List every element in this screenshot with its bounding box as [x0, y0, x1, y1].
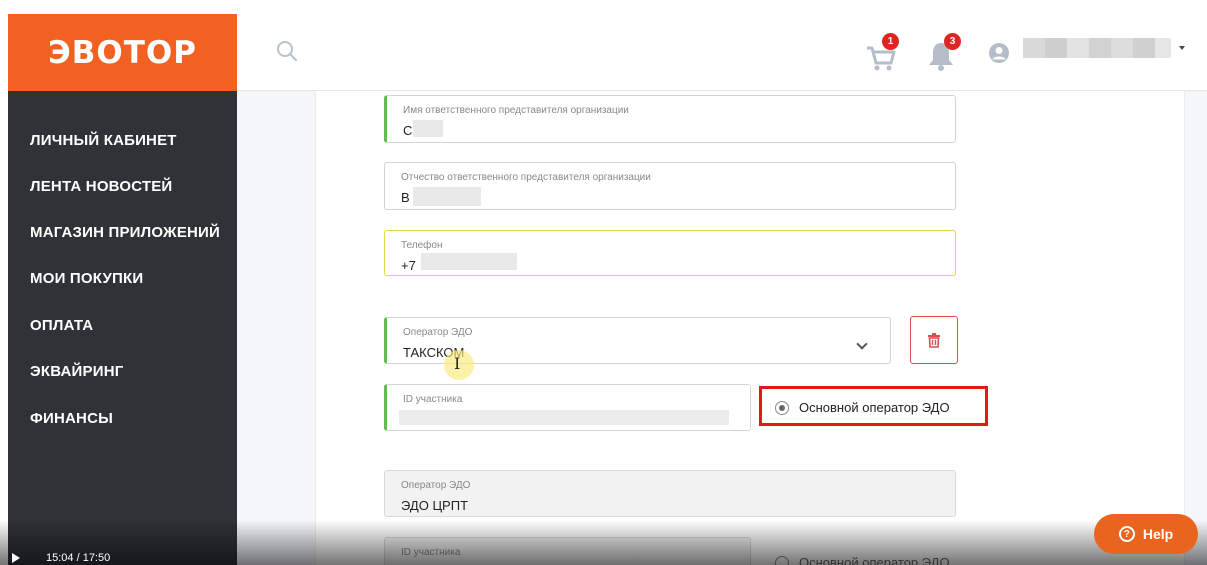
- edo-operator-value-2: ЭДО ЦРПТ: [401, 498, 469, 513]
- sidebar-item-app-store[interactable]: МАГАЗИН ПРИЛОЖЕНИЙ: [30, 224, 220, 241]
- first-name-field[interactable]: Имя ответственного представителя организ…: [384, 95, 956, 143]
- user-menu-caret-icon[interactable]: [1179, 46, 1185, 50]
- blurred-value: [399, 410, 729, 425]
- first-name-value: С: [403, 123, 413, 138]
- edo-operator-label-1: Оператор ЭДО: [403, 327, 473, 338]
- participant-id-label-2: ID участника: [401, 547, 461, 558]
- sidebar: ЛИЧНЫЙ КАБИНЕТ ЛЕНТА НОВОСТЕЙ МАГАЗИН ПР…: [8, 91, 237, 565]
- delete-operator-button[interactable]: [910, 316, 958, 364]
- logo[interactable]: ЭВОТОР: [8, 14, 237, 91]
- main-content: Имя ответственного представителя организ…: [237, 91, 1207, 565]
- edo-operator-field-2[interactable]: Оператор ЭДО ЭДО ЦРПТ: [384, 470, 956, 517]
- edo-operator-label-2: Оператор ЭДО: [401, 480, 471, 491]
- participant-id-label-1: ID участника: [403, 394, 463, 405]
- user-name-blurred[interactable]: [1023, 38, 1171, 58]
- notifications-badge: 3: [944, 33, 961, 50]
- primary-operator-radio-1[interactable]: Основной оператор ЭДО: [775, 400, 950, 415]
- chevron-down-icon[interactable]: [856, 338, 868, 350]
- sidebar-item-news-feed[interactable]: ЛЕНТА НОВОСТЕЙ: [30, 178, 172, 195]
- participant-id-field-2[interactable]: ID участника: [384, 537, 751, 565]
- patronymic-field[interactable]: Отчество ответственного представителя ор…: [384, 162, 956, 210]
- cart-button[interactable]: 1: [864, 33, 904, 73]
- form-card: Имя ответственного представителя организ…: [315, 91, 1185, 565]
- patronymic-label: Отчество ответственного представителя ор…: [401, 172, 651, 183]
- radio-button[interactable]: [775, 555, 789, 565]
- text-cursor-icon: I: [454, 354, 461, 373]
- participant-id-field-1[interactable]: ID участника: [384, 384, 751, 431]
- help-label: Help: [1142, 526, 1174, 542]
- radio-button[interactable]: [775, 400, 789, 415]
- trash-icon: [928, 333, 940, 348]
- user-avatar-icon[interactable]: [988, 42, 1010, 64]
- sidebar-item-my-purchases[interactable]: МОИ ПОКУПКИ: [30, 270, 143, 287]
- top-frame: [0, 0, 1207, 14]
- help-icon: ?: [1118, 526, 1135, 542]
- video-time: 15:04 / 17:50: [46, 552, 111, 564]
- blurred-value: [413, 187, 481, 206]
- search-icon[interactable]: [275, 39, 299, 63]
- primary-operator-label-1: Основной оператор ЭДО: [799, 400, 950, 415]
- phone-field[interactable]: Телефон +7: [384, 230, 956, 276]
- play-icon[interactable]: [12, 553, 20, 563]
- top-header: ЭВОТОР 1 3: [8, 14, 1207, 91]
- sidebar-item-acquiring[interactable]: ЭКВАЙРИНГ: [30, 363, 123, 380]
- primary-operator-label-2: Основной оператор ЭДО: [799, 555, 950, 565]
- sidebar-item-personal-account[interactable]: ЛИЧНЫЙ КАБИНЕТ: [30, 132, 177, 149]
- primary-operator-radio-2[interactable]: Основной оператор ЭДО: [775, 555, 950, 565]
- notifications-button[interactable]: 3: [926, 33, 962, 72]
- first-name-label: Имя ответственного представителя организ…: [403, 105, 629, 116]
- sidebar-item-payment[interactable]: ОПЛАТА: [30, 317, 93, 334]
- sidebar-item-finance[interactable]: ФИНАНСЫ: [30, 410, 113, 427]
- phone-value: +7: [401, 258, 416, 273]
- left-frame: [0, 0, 8, 565]
- help-button[interactable]: ? Help: [1094, 514, 1198, 554]
- cart-badge: 1: [882, 33, 899, 50]
- logo-text: ЭВОТОР: [48, 34, 197, 71]
- blurred-value: [413, 120, 443, 137]
- blurred-value: [421, 253, 517, 270]
- patronymic-value: В: [401, 190, 410, 205]
- phone-label: Телефон: [401, 240, 443, 251]
